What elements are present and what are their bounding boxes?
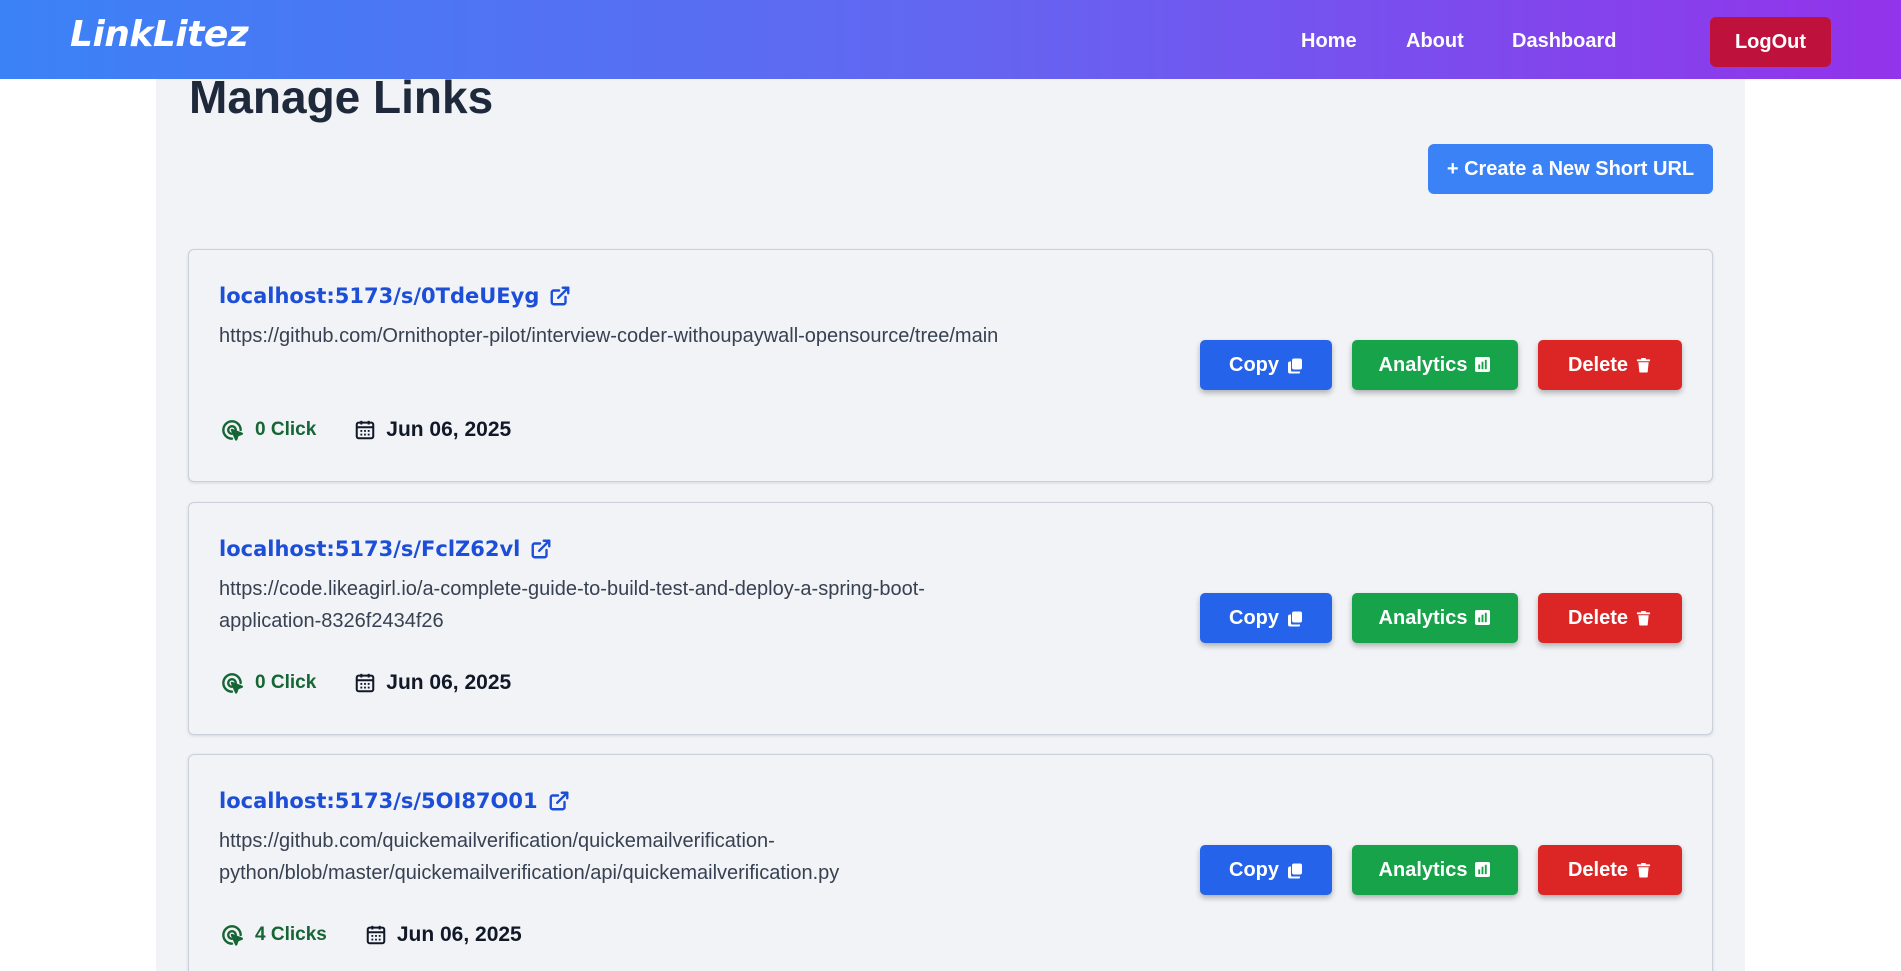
created-date: Jun 06, 2025 [354, 671, 511, 695]
top-navbar: LinkLitez Home About Dashboard LogOut [0, 0, 1901, 79]
short-url-row: localhost:5173/s/5OI87O01 [219, 789, 570, 813]
calendar-icon [354, 672, 376, 694]
analytics-button-label: Analytics [1378, 606, 1468, 629]
link-card: localhost:5173/s/5OI87O01 https://github… [188, 754, 1713, 971]
cursor-click-icon [219, 670, 245, 696]
nav-home-link[interactable]: Home [1301, 30, 1357, 53]
short-url-link[interactable]: localhost:5173/s/FclZ62vl [219, 537, 520, 561]
delete-button[interactable]: Delete [1538, 340, 1682, 390]
link-meta: 4 Clicks Jun 06, 2025 [219, 922, 522, 948]
link-meta: 0 Click Jun 06, 2025 [219, 417, 511, 443]
analytics-button[interactable]: Analytics [1352, 340, 1518, 390]
copy-button[interactable]: Copy [1200, 340, 1332, 390]
short-url-link[interactable]: localhost:5173/s/5OI87O01 [219, 789, 538, 813]
link-meta: 0 Click Jun 06, 2025 [219, 670, 511, 696]
click-count: 4 Clicks [219, 922, 327, 948]
click-count-label: 0 Click [255, 672, 317, 693]
analytics-button[interactable]: Analytics [1352, 593, 1518, 643]
original-url: https://github.com/Ornithopter-pilot/int… [219, 325, 999, 347]
copy-icon [1287, 610, 1303, 627]
short-url-link[interactable]: localhost:5173/s/0TdeUEyg [219, 284, 539, 308]
cursor-click-icon [219, 417, 245, 443]
copy-icon [1287, 357, 1303, 374]
delete-button-label: Delete [1567, 606, 1629, 629]
trash-icon [1636, 610, 1652, 626]
link-card: localhost:5173/s/0TdeUEyg https://github… [188, 249, 1713, 482]
cursor-click-icon [219, 922, 245, 948]
logout-button[interactable]: LogOut [1710, 17, 1831, 67]
trash-icon [1636, 357, 1652, 373]
create-short-url-button[interactable]: + Create a New Short URL [1428, 144, 1713, 194]
created-date-label: Jun 06, 2025 [386, 671, 512, 694]
click-count-label: 0 Click [255, 419, 317, 440]
nav-about-link[interactable]: About [1406, 30, 1464, 53]
created-date: Jun 06, 2025 [365, 923, 522, 947]
created-date-label: Jun 06, 2025 [396, 923, 522, 946]
copy-button-label: Copy [1229, 606, 1279, 629]
click-count: 0 Click [219, 670, 316, 696]
analytics-button-label: Analytics [1378, 858, 1468, 881]
analytics-button-label: Analytics [1378, 353, 1468, 376]
link-card: localhost:5173/s/FclZ62vl https://code.l… [188, 502, 1713, 735]
calendar-icon [354, 419, 376, 441]
chart-icon [1475, 357, 1491, 373]
external-link-icon[interactable] [548, 790, 570, 812]
external-link-icon[interactable] [549, 285, 571, 307]
link-actions: Copy Analytics Delete [1200, 340, 1682, 390]
short-url-row: localhost:5173/s/FclZ62vl [219, 537, 552, 561]
copy-icon [1287, 862, 1303, 879]
calendar-icon [365, 924, 387, 946]
copy-button[interactable]: Copy [1200, 593, 1332, 643]
delete-button[interactable]: Delete [1538, 593, 1682, 643]
brand-logo[interactable]: LinkLitez [70, 14, 249, 55]
chart-icon [1475, 610, 1491, 626]
created-date: Jun 06, 2025 [354, 418, 511, 442]
click-count: 0 Click [219, 417, 316, 443]
delete-button-label: Delete [1567, 353, 1629, 376]
delete-button-label: Delete [1567, 858, 1629, 881]
delete-button[interactable]: Delete [1538, 845, 1682, 895]
analytics-button[interactable]: Analytics [1352, 845, 1518, 895]
short-url-row: localhost:5173/s/0TdeUEyg [219, 284, 571, 308]
original-url: https://github.com/quickemailverificatio… [219, 830, 840, 884]
nav-dashboard-link[interactable]: Dashboard [1512, 30, 1616, 53]
created-date-label: Jun 06, 2025 [386, 418, 512, 441]
link-actions: Copy Analytics Delete [1200, 845, 1682, 895]
link-actions: Copy Analytics Delete [1200, 593, 1682, 643]
click-count-label: 4 Clicks [255, 924, 327, 945]
copy-button-label: Copy [1229, 353, 1279, 376]
copy-button[interactable]: Copy [1200, 845, 1332, 895]
chart-icon [1475, 862, 1491, 878]
original-url: https://code.likeagirl.io/a-complete-gui… [219, 578, 925, 632]
copy-button-label: Copy [1229, 858, 1279, 881]
trash-icon [1636, 862, 1652, 878]
external-link-icon[interactable] [530, 538, 552, 560]
